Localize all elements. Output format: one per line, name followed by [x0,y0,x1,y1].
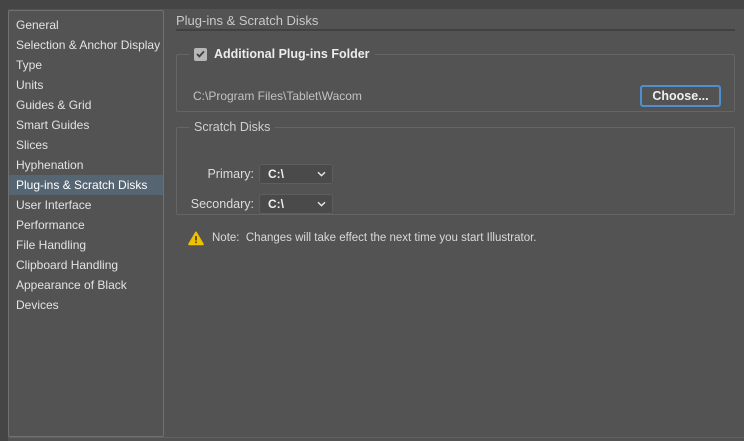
sidebar-item-plugins-scratch-disks[interactable]: Plug-ins & Scratch Disks [9,175,163,195]
additional-plugins-label: Additional Plug-ins Folder [214,47,370,61]
additional-plugins-checkbox[interactable] [194,48,207,61]
primary-disk-select[interactable]: C:\ [259,164,333,184]
sidebar-item-clipboard-handling[interactable]: Clipboard Handling [9,255,163,275]
sidebar-item-type[interactable]: Type [9,55,163,75]
choose-button[interactable]: Choose... [640,85,721,107]
sidebar-item-appearance-of-black[interactable]: Appearance of Black [9,275,163,295]
preferences-dialog: General Selection & Anchor Display Type … [0,0,744,441]
restart-note: Note: Changes will take effect the next … [188,231,537,246]
restart-note-text: Note: Changes will take effect the next … [212,231,537,246]
sidebar-item-devices[interactable]: Devices [9,295,163,315]
additional-plugins-legend: Additional Plug-ins Folder [189,47,375,61]
chevron-down-icon [317,171,326,177]
secondary-label: Secondary: [178,197,254,211]
sidebar-item-file-handling[interactable]: File Handling [9,235,163,255]
secondary-disk-row: Secondary: C:\ [178,194,333,214]
scratch-disks-legend: Scratch Disks [189,120,275,134]
sidebar-item-selection-anchor-display[interactable]: Selection & Anchor Display [9,35,163,55]
warning-icon [188,231,204,246]
primary-disk-row: Primary: C:\ [178,164,333,184]
plugins-path-row: C:\Program Files\Tablet\Wacom Choose... [193,85,721,107]
sidebar-item-hyphenation[interactable]: Hyphenation [9,155,163,175]
check-icon [196,50,205,58]
header-divider [176,29,735,31]
primary-label: Primary: [178,167,254,181]
sidebar-item-smart-guides[interactable]: Smart Guides [9,115,163,135]
secondary-disk-value: C:\ [268,197,317,211]
scratch-disks-label: Scratch Disks [194,120,270,134]
sidebar-list: General Selection & Anchor Display Type … [9,11,163,315]
sidebar-item-slices[interactable]: Slices [9,135,163,155]
sidebar-item-performance[interactable]: Performance [9,215,163,235]
page-title: Plug-ins & Scratch Disks [176,13,318,28]
secondary-disk-select[interactable]: C:\ [259,194,333,214]
scratch-disks-group: Scratch Disks Primary: C:\ Secondary: C:… [176,120,735,215]
bottom-divider [8,437,744,438]
preferences-sidebar: General Selection & Anchor Display Type … [8,10,164,437]
primary-disk-value: C:\ [268,167,317,181]
sidebar-item-user-interface[interactable]: User Interface [9,195,163,215]
preferences-content-pane: Plug-ins & Scratch Disks Additional Plug… [176,0,744,441]
plugins-folder-path: C:\Program Files\Tablet\Wacom [193,89,362,103]
sidebar-item-general[interactable]: General [9,15,163,35]
chevron-down-icon [317,201,326,207]
dialog-left-edge [0,0,8,441]
sidebar-item-guides-grid[interactable]: Guides & Grid [9,95,163,115]
additional-plugins-group: Additional Plug-ins Folder C:\Program Fi… [176,47,735,112]
sidebar-item-units[interactable]: Units [9,75,163,95]
